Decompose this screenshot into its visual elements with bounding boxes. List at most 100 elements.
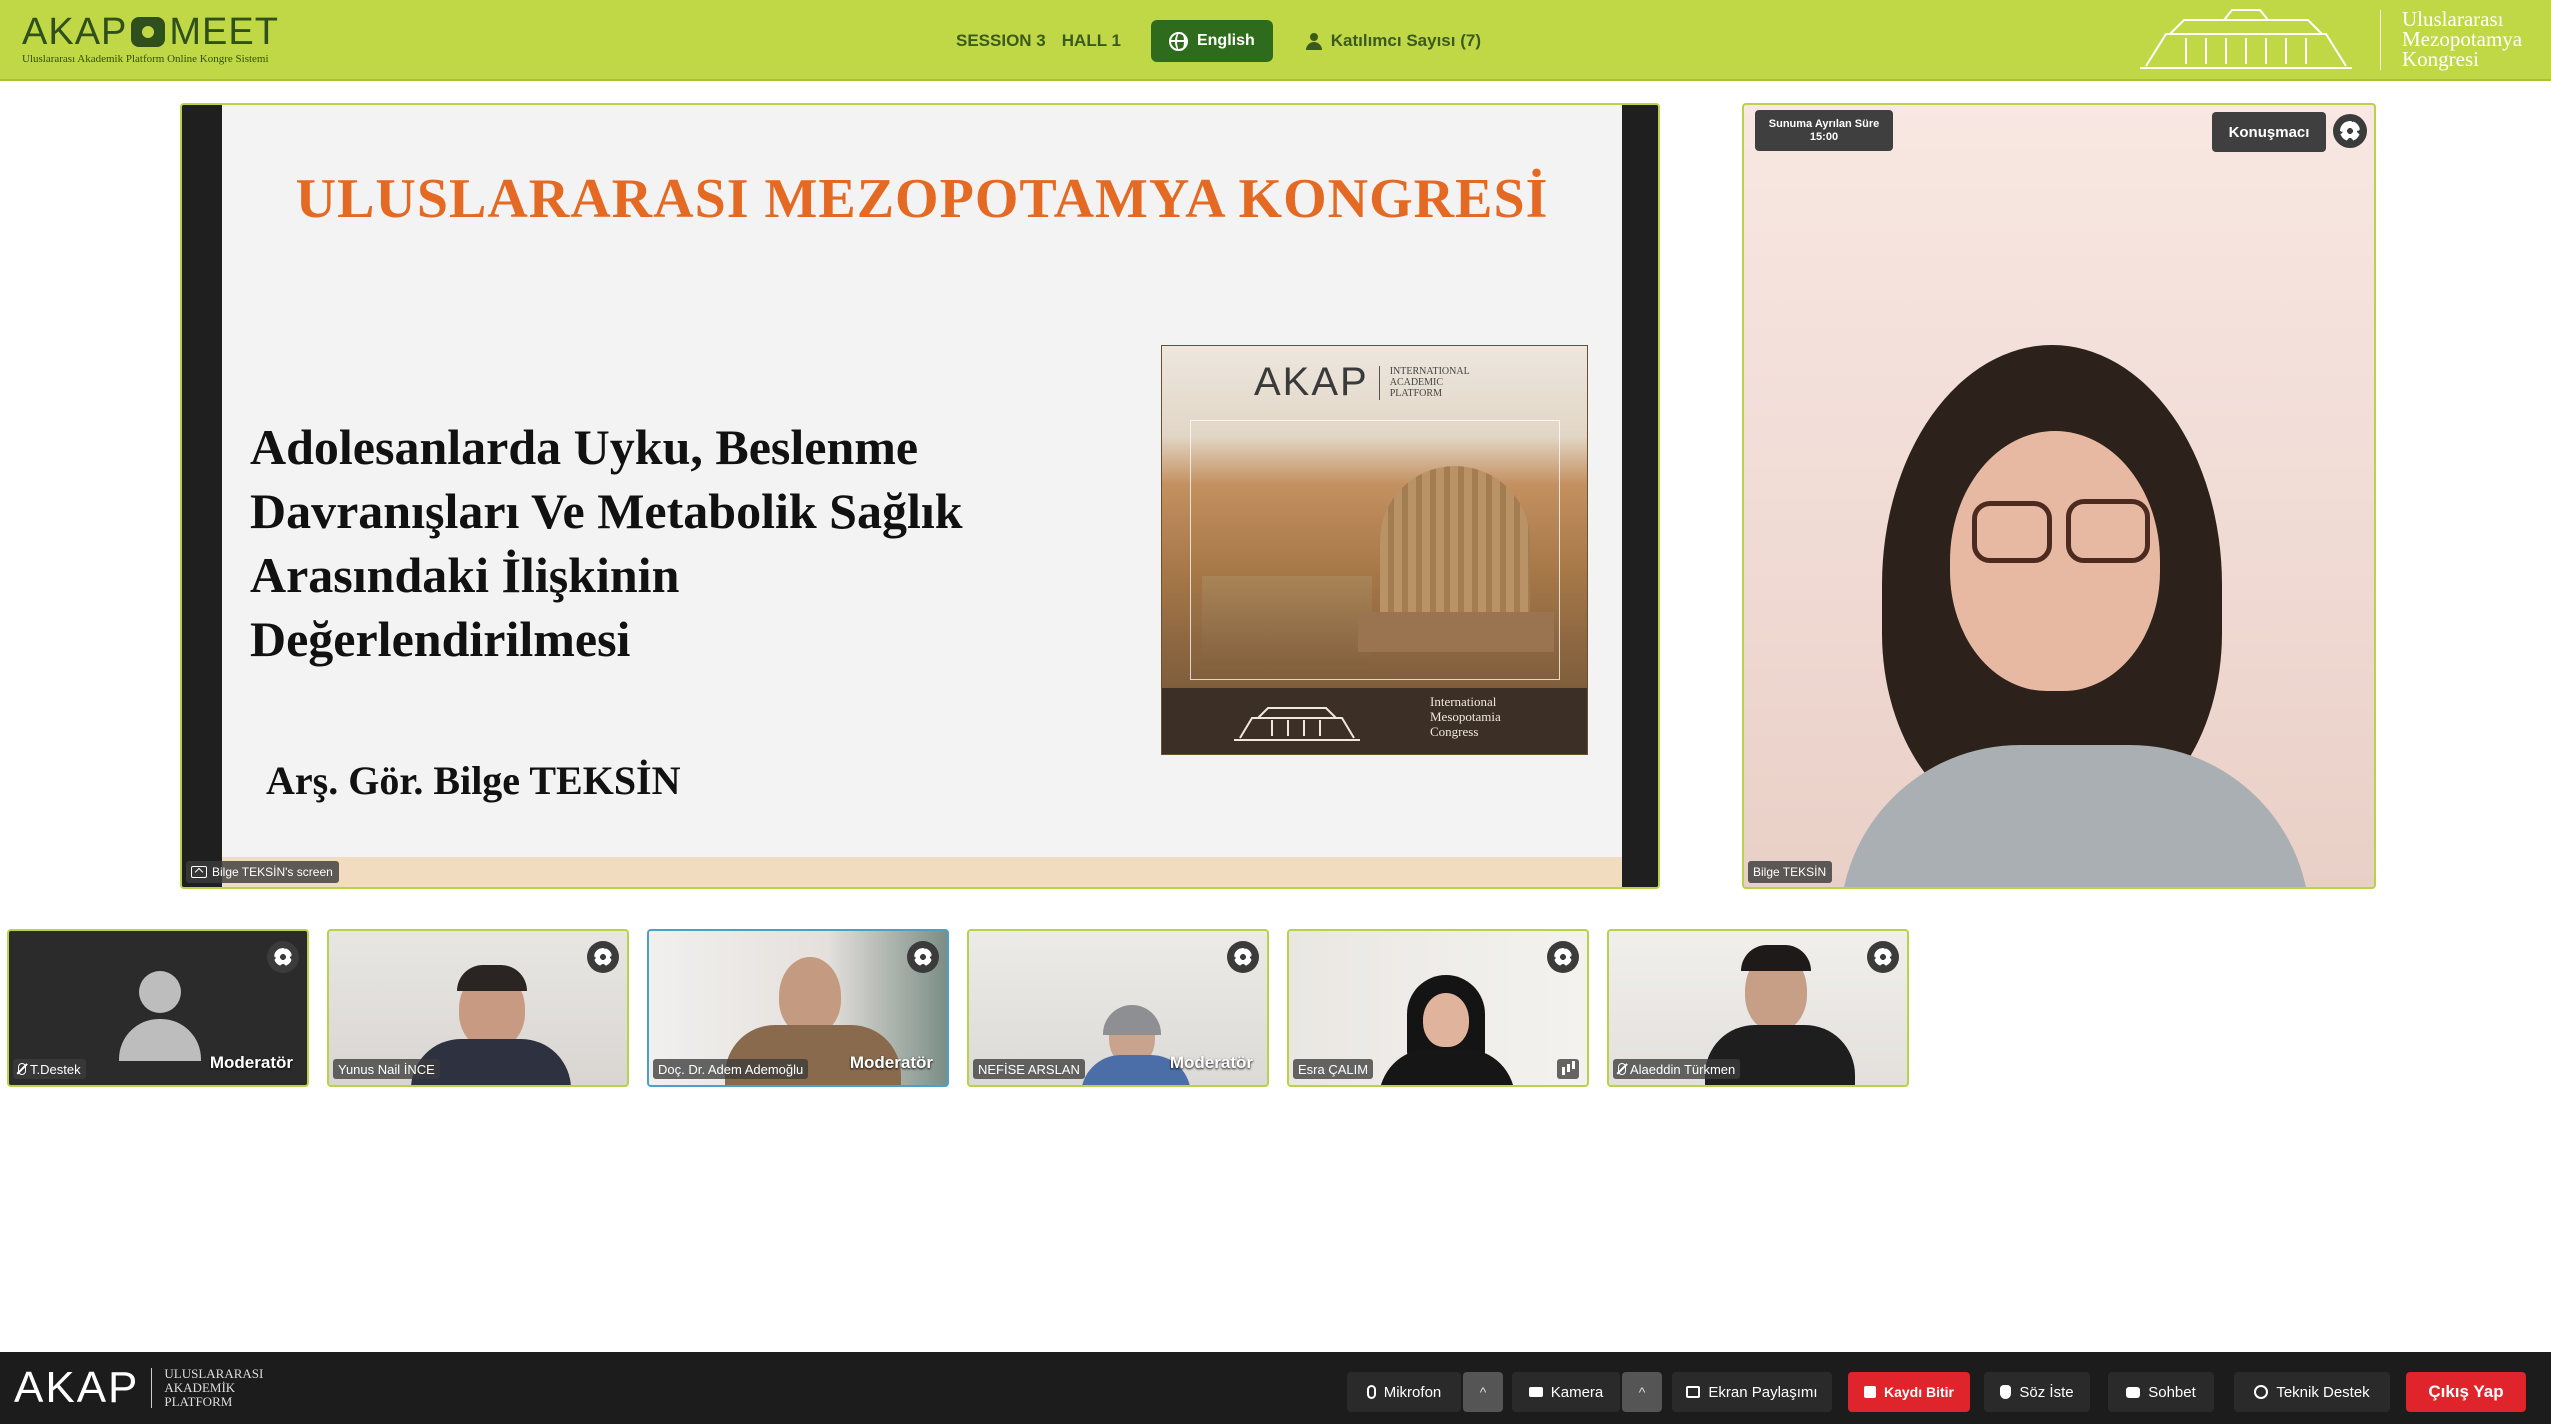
hand-icon <box>2000 1385 2012 1399</box>
chevron-up-icon: ^ <box>1638 1384 1646 1400</box>
technical-support-label: Teknik Destek <box>2276 1383 2370 1401</box>
participant-settings-button[interactable] <box>1547 941 1579 973</box>
book-brand-word: AKAP <box>1254 360 1369 404</box>
participant-tile[interactable]: Yunus Nail İNCE <box>327 929 629 1087</box>
top-bar: AKAP MEET Uluslararası Akademik Platform… <box>0 0 2551 81</box>
footer-logo-sub: ULUSLARARASI AKADEMİK PLATFORM <box>164 1367 263 1409</box>
mic-muted-icon <box>1618 1063 1626 1075</box>
exit-button[interactable]: Çıkış Yap <box>2406 1372 2526 1412</box>
session-info: SESSION 3 HALL 1 English Katılımcı Sayıs… <box>956 20 1481 62</box>
akap-meet-logo[interactable]: AKAP MEET Uluslararası Akademik Platform… <box>22 12 279 65</box>
microphone-options-button[interactable]: ^ <box>1463 1372 1503 1412</box>
timer-label: Sunuma Ayrılan Süre <box>1768 117 1880 130</box>
globe-icon <box>1168 31 1188 51</box>
participant-tile[interactable]: Esra ÇALIM <box>1287 929 1589 1087</box>
book-footer-text: International Mesopotamia Congress <box>1430 694 1501 739</box>
mic-muted-icon <box>18 1063 26 1075</box>
speaker-body-shape <box>1840 745 2310 887</box>
book-brand: AKAP INTERNATIONAL ACADEMIC PLATFORM <box>1254 360 1470 405</box>
participant-name-tag: Doç. Dr. Adem Ademoğlu <box>653 1059 809 1079</box>
footer-logo-sub-line: ULUSLARARASI <box>164 1366 264 1381</box>
participant-settings-button[interactable] <box>267 941 299 973</box>
participant-name-tag: Yunus Nail İNCE <box>333 1059 440 1079</box>
footer-logo-sub-line: PLATFORM <box>164 1394 233 1409</box>
participant-name: Alaeddin Türkmen <box>1630 1061 1736 1077</box>
participant-tile[interactable]: Doç. Dr. Adem Ademoğlu Moderatör <box>647 929 949 1087</box>
logo-subtitle: Uluslararası Akademik Platform Online Ko… <box>22 53 269 65</box>
book-brand-sub: INTERNATIONAL ACADEMIC PLATFORM <box>1390 366 1470 399</box>
signal-strength-icon <box>1557 1059 1579 1079</box>
screen-share-icon <box>191 866 207 878</box>
congress-name-line3: Kongresi <box>2402 47 2479 71</box>
chat-button[interactable]: Sohbet <box>2108 1372 2214 1412</box>
logo-word-left: AKAP <box>22 11 128 53</box>
raise-hand-button[interactable]: Söz İste <box>1984 1372 2090 1412</box>
stop-recording-label: Kaydı Bitir <box>1883 1384 1954 1400</box>
screen-share-icon <box>1686 1386 1701 1398</box>
book-brand-sub-line: PLATFORM <box>1389 388 1442 399</box>
speaker-settings-gear-icon[interactable] <box>2333 114 2367 148</box>
logo-word-right: MEET <box>169 11 279 53</box>
book-footer-line: International <box>1430 694 1497 709</box>
session-label: SESSION 3 <box>956 31 1046 50</box>
camera-options-button[interactable]: ^ <box>1622 1372 1662 1412</box>
gear-icon <box>1874 948 1892 966</box>
presentation-slide: ULUSLARARASI MEZOPOTAMYA KONGRESİ Adoles… <box>222 105 1622 887</box>
exit-label: Çıkış Yap <box>2428 1382 2504 1401</box>
book-brand-sub-line: ACADEMIC <box>1389 377 1444 388</box>
microphone-label: Mikrofon <box>1383 1383 1442 1401</box>
participant-name: Esra ÇALIM <box>1298 1061 1369 1077</box>
dome-base-shape <box>1358 612 1554 652</box>
technical-support-button[interactable]: Teknik Destek <box>2234 1372 2390 1412</box>
screen-share-button[interactable]: Ekran Paylaşımı <box>1672 1372 1832 1412</box>
help-icon <box>2254 1385 2269 1399</box>
terrace-shape <box>1202 576 1372 666</box>
footer-logo-word: AKAP <box>14 1363 140 1412</box>
chat-icon <box>2126 1386 2141 1398</box>
stop-recording-button[interactable]: Kaydı Bitir <box>1848 1372 1970 1412</box>
participant-count[interactable]: Katılımcı Sayısı (7) <box>1305 31 1481 51</box>
participant-settings-button[interactable] <box>907 941 939 973</box>
congress-name: Uluslararası Mezopotamya Kongresi <box>2402 7 2522 71</box>
microphone-button[interactable]: Mikrofon <box>1347 1372 1461 1412</box>
slide-title: ULUSLARARASI MEZOPOTAMYA KONGRESİ <box>295 168 1549 230</box>
slide-subject-line: Arasındaki İlişkinin <box>250 547 680 603</box>
participant-tile[interactable]: Alaeddin Türkmen <box>1607 929 1909 1087</box>
participant-settings-button[interactable] <box>1867 941 1899 973</box>
congress-book-cover-image: AKAP INTERNATIONAL ACADEMIC PLATFORM Int… <box>1161 345 1588 755</box>
raise-hand-label: Söz İste <box>2019 1383 2074 1401</box>
book-footer-line: Congress <box>1430 724 1479 739</box>
participant-tile[interactable]: NEFİSE ARSLAN Moderatör <box>967 929 1269 1087</box>
gear-icon <box>594 948 612 966</box>
slide-author: Arş. Gör. Bilge TEKSİN <box>266 758 681 803</box>
participant-role: Moderatör <box>209 1053 293 1072</box>
congress-building-logo <box>2140 9 2352 69</box>
participant-name: Doç. Dr. Adem Ademoğlu <box>658 1061 804 1077</box>
speaker-video[interactable]: Bilge TEKSİN <box>1742 103 2376 889</box>
speaker-role-label: Konuşmacı <box>2228 123 2310 141</box>
speaker-glasses-left <box>1972 501 2052 563</box>
screen-share-owner: Bilge TEKSİN's screen <box>212 865 333 879</box>
gear-icon <box>1554 948 1572 966</box>
gear-icon <box>274 948 292 966</box>
participant-settings-button[interactable] <box>587 941 619 973</box>
akap-footer-logo: AKAP ULUSLARARASI AKADEMİK PLATFORM <box>14 1366 263 1410</box>
participant-count-label: Katılımcı Sayısı (7) <box>1330 31 1481 50</box>
participant-tile[interactable]: T.Destek Moderatör <box>7 929 309 1087</box>
participant-name-tag: Esra ÇALIM <box>1293 1059 1374 1079</box>
hall-label: HALL 1 <box>1061 31 1121 50</box>
book-building-icon <box>1234 707 1360 741</box>
participant-name: NEFİSE ARSLAN <box>978 1061 1080 1077</box>
gear-icon <box>1234 948 1252 966</box>
language-button[interactable]: English <box>1150 20 1273 62</box>
chevron-up-icon: ^ <box>1479 1384 1487 1400</box>
screen-share-panel[interactable]: ULUSLARARASI MEZOPOTAMYA KONGRESİ Adoles… <box>180 103 1660 889</box>
camera-button[interactable]: Kamera <box>1512 1372 1620 1412</box>
participant-settings-button[interactable] <box>1227 941 1259 973</box>
congress-name-line1: Uluslararası <box>2402 7 2504 31</box>
dome-shape <box>1380 466 1530 616</box>
presentation-timer: Sunuma Ayrılan Süre 15:00 <box>1755 110 1893 151</box>
book-brand-sub-line: INTERNATIONAL <box>1389 366 1470 377</box>
camera-logo-icon <box>131 17 166 47</box>
record-stop-icon <box>1863 1386 1876 1398</box>
